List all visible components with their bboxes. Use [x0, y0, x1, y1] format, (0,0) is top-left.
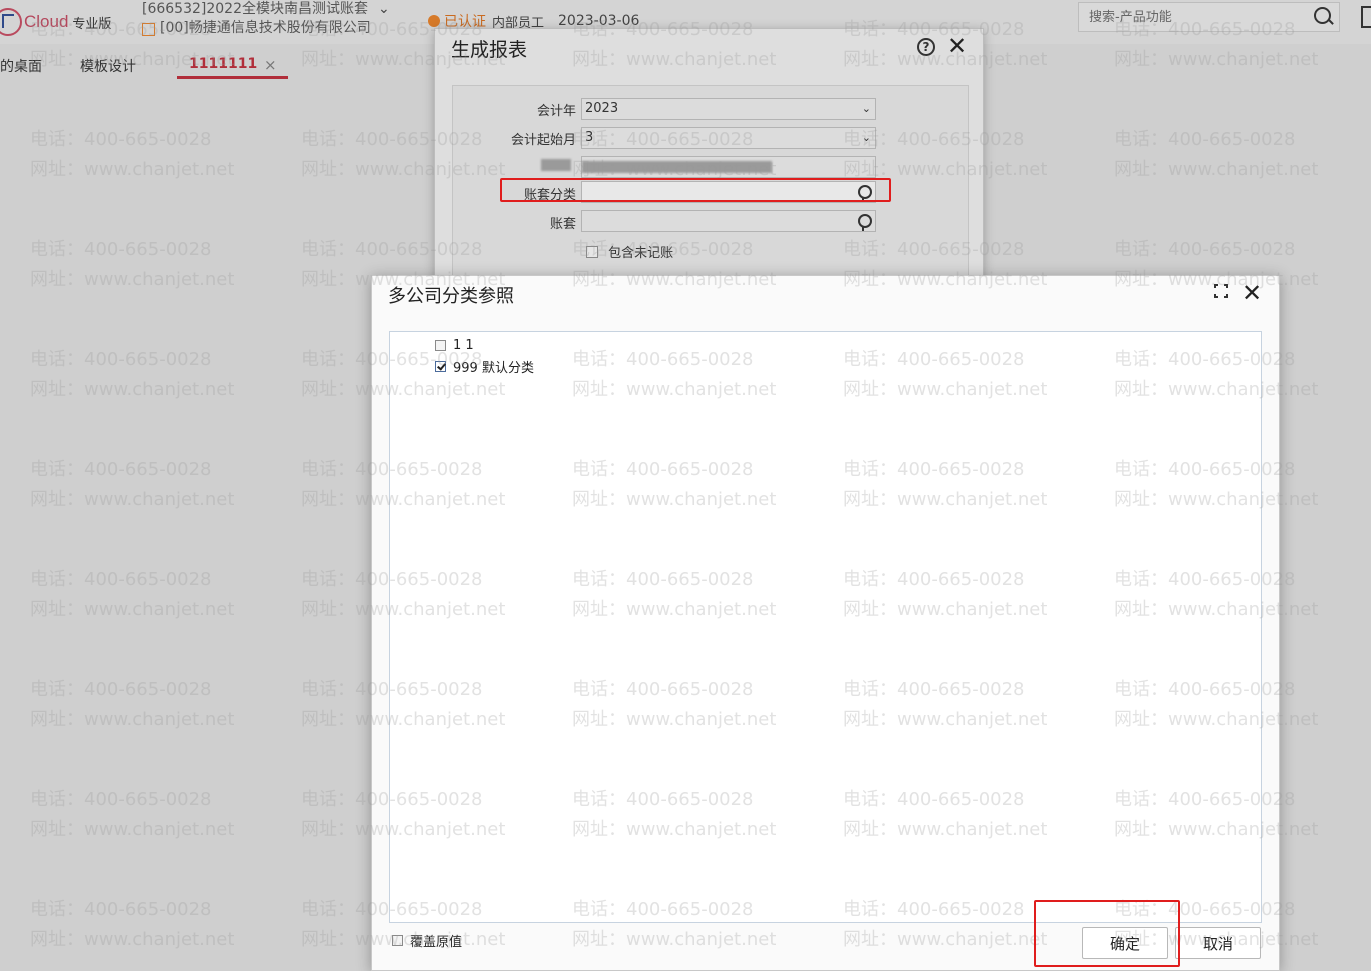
search-icon[interactable] [1314, 7, 1331, 24]
multi-company-category-dialog: 多公司分类参照 ✕ 1 1 999 默认分类 覆盖原值 确定 取消 [371, 275, 1280, 971]
close-icon[interactable]: ✕ [1242, 278, 1262, 308]
fiscal-year-label: 会计年 [536, 104, 576, 119]
item-label: 999 默认分类 [453, 361, 534, 376]
watermark-text: 电话：400-665-0028 网址：www.chanjet.net [30, 455, 234, 515]
redacted-field[interactable] [581, 156, 876, 178]
watermark-site: 网址：www.chanjet.net [30, 819, 235, 840]
login-date: 2023-03-06 [558, 13, 640, 29]
watermark-text: 电话：400-665-0028 网址：www.chanjet.net [30, 125, 234, 185]
highlight-ledger-category [500, 178, 891, 202]
watermark-phone: 电话：400-665-0028 [30, 899, 212, 920]
chevron-down-icon[interactable]: ⌄ [378, 0, 390, 19]
watermark-site: 网址：www.chanjet.net [30, 379, 235, 400]
start-month-select[interactable]: 3 ⌄ [581, 127, 876, 149]
watermark-text: 电话：400-665-0028 网址：www.chanjet.net [30, 895, 234, 955]
watermark-text: 电话：400-665-0028 网址：www.chanjet.net [30, 345, 234, 405]
watermark-text: 电话：400-665-0028 网址：www.chanjet.net [30, 235, 234, 295]
ledger-label: 账套 [549, 217, 576, 232]
watermark-site: 网址：www.chanjet.net [30, 709, 235, 730]
start-month-label: 会计起始月 [510, 133, 576, 148]
watermark-phone: 电话：400-665-0028 [30, 349, 212, 370]
company-icon [142, 23, 155, 36]
watermark-site: 网址：www.chanjet.net [30, 599, 235, 620]
include-unposted-option[interactable]: 包含未记账 [586, 242, 673, 261]
app-logo[interactable]: Cloud 专业版 [0, 8, 111, 36]
reference-icon[interactable] [858, 214, 872, 231]
exit-icon[interactable] [1361, 6, 1371, 28]
fiscal-year-select[interactable]: 2023 ⌄ [581, 98, 876, 120]
logo-icon [0, 8, 22, 36]
watermark-text: 电话：400-665-0028 网址：www.chanjet.net [1114, 125, 1318, 185]
maximize-icon[interactable] [1213, 283, 1229, 299]
category-list: 1 1 999 默认分类 [389, 331, 1262, 923]
watermark-site: 网址：www.chanjet.net [30, 489, 235, 510]
redacted-value [582, 161, 772, 173]
list-item[interactable]: 1 1 [435, 338, 474, 353]
chevron-down-icon: ⌄ [861, 131, 871, 144]
watermark-phone: 电话：400-665-0028 [30, 239, 212, 260]
redacted-label [541, 159, 571, 171]
tab-1111111[interactable]: 1111111 [189, 56, 257, 72]
watermark-site: 网址：www.chanjet.net [1114, 159, 1319, 180]
item-checkbox[interactable] [435, 340, 446, 351]
fiscal-year-value: 2023 [585, 101, 619, 116]
include-unposted-checkbox[interactable] [586, 246, 598, 258]
watermark-site: 网址：www.chanjet.net [30, 269, 235, 290]
tab-close-icon[interactable]: × [264, 56, 277, 74]
watermark-text: 电话：400-665-0028 网址：www.chanjet.net [30, 785, 234, 845]
include-unposted-label: 包含未记账 [608, 246, 674, 261]
item-label: 1 1 [453, 338, 474, 353]
highlight-ok-button [1034, 900, 1180, 967]
search-input[interactable] [1079, 3, 1319, 31]
ledger-field[interactable] [581, 210, 876, 232]
watermark-site: 网址：www.chanjet.net [30, 929, 235, 950]
watermark-phone: 电话：400-665-0028 [30, 459, 212, 480]
dialog-title: 多公司分类参照 [388, 286, 514, 307]
dialog-title: 生成报表 [451, 39, 528, 61]
tab-template-design[interactable]: 模板设计 [80, 56, 136, 76]
start-month-value: 3 [585, 130, 594, 145]
help-icon[interactable]: ? [917, 38, 935, 56]
watermark-phone: 电话：400-665-0028 [30, 129, 212, 150]
watermark-phone: 电话：400-665-0028 [30, 679, 212, 700]
account-switcher[interactable]: [666532]2022全模块南昌测试账套 ⌄ [00]畅捷通信息技术股份有限公… [142, 0, 390, 38]
edition-label: 专业版 [72, 16, 112, 32]
watermark-phone: 电话：400-665-0028 [1114, 129, 1296, 150]
watermark-phone: 电话：400-665-0028 [1114, 239, 1296, 260]
list-item[interactable]: 999 默认分类 [435, 357, 534, 376]
verified-icon [428, 15, 440, 27]
tab-desktop[interactable]: 我的桌面 [0, 56, 42, 76]
overwrite-label: 覆盖原值 [410, 935, 463, 950]
brand-name: Cloud [24, 12, 69, 31]
search-box [1078, 2, 1340, 32]
watermark-site: 网址：www.chanjet.net [30, 159, 235, 180]
active-tab-indicator [177, 76, 288, 79]
chevron-down-icon: ⌄ [861, 102, 871, 115]
item-checkbox-checked[interactable] [435, 361, 446, 372]
ledger-name: [666532]2022全模块南昌测试账套 [142, 1, 368, 17]
watermark-phone: 电话：400-665-0028 [30, 569, 212, 590]
watermark-phone: 电话：400-665-0028 [30, 789, 212, 810]
watermark-text: 电话：400-665-0028 网址：www.chanjet.net [30, 675, 234, 735]
company-name: [00]畅捷通信息技术股份有限公司 [160, 20, 371, 36]
close-icon[interactable]: ✕ [947, 32, 967, 60]
watermark-text: 电话：400-665-0028 网址：www.chanjet.net [30, 565, 234, 625]
cancel-button[interactable]: 取消 [1175, 927, 1261, 959]
overwrite-option[interactable]: 覆盖原值 [392, 931, 462, 950]
overwrite-checkbox[interactable] [392, 935, 403, 946]
